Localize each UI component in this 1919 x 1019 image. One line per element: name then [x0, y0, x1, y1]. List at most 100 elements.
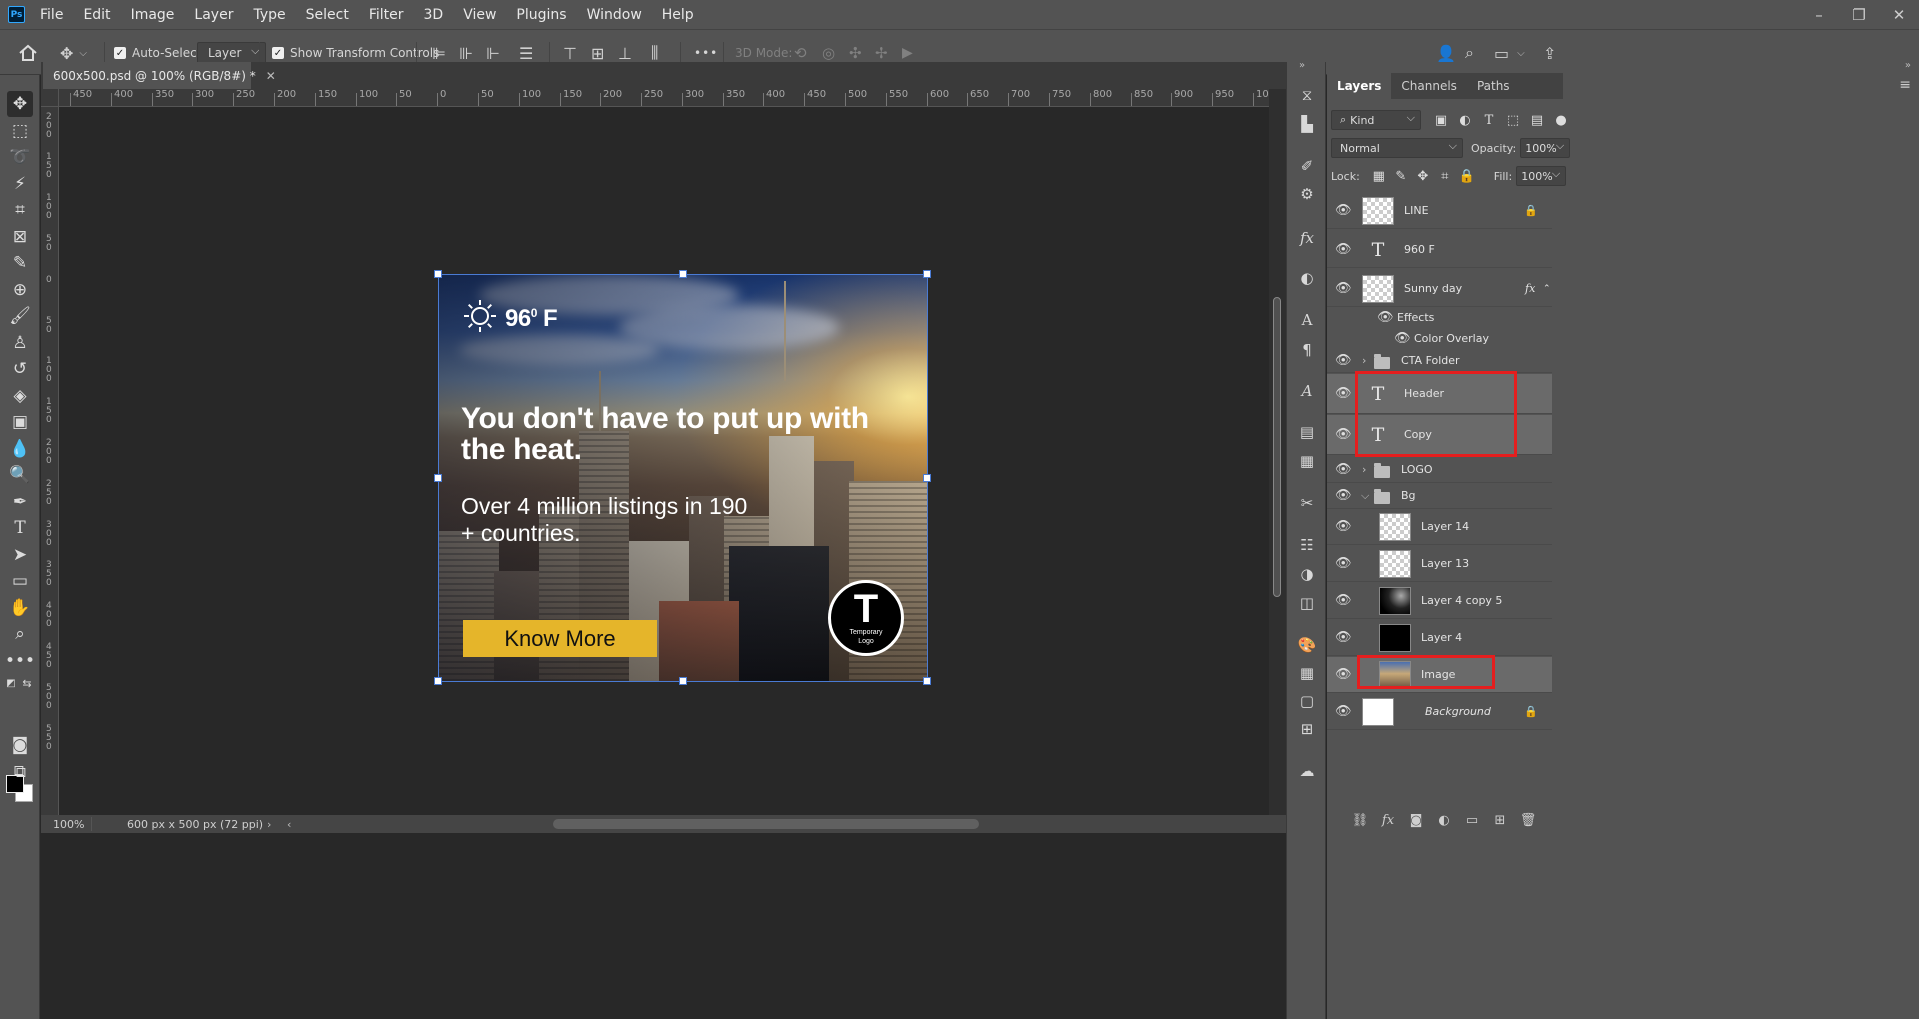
tab-layers[interactable]: Layers: [1327, 73, 1392, 99]
eye-icon[interactable]: 👁: [1335, 386, 1352, 401]
menu-help[interactable]: Help: [662, 7, 694, 23]
effect-row[interactable]: 👁 Color Overlay: [1327, 328, 1552, 349]
eye-icon[interactable]: 👁: [1335, 203, 1352, 218]
ruler-origin[interactable]: [41, 89, 59, 107]
shapes-button[interactable]: ☁: [1295, 760, 1319, 782]
filter-adjustment-icon[interactable]: ◐: [1453, 113, 1477, 128]
chevron-left-icon[interactable]: ‹: [287, 818, 291, 831]
brush-settings-button[interactable]: ✐: [1295, 155, 1319, 177]
eye-icon[interactable]: 👁: [1335, 630, 1352, 645]
menu-plugins[interactable]: Plugins: [516, 7, 566, 23]
layer-row[interactable]: 👁 › LOGO: [1327, 457, 1552, 483]
layer-row[interactable]: 👁 Sunny day fx ⌃: [1327, 271, 1552, 307]
eye-icon[interactable]: 👁: [1335, 488, 1352, 503]
new-group-icon[interactable]: ▭: [1458, 813, 1486, 828]
layer-row[interactable]: 👁 T 960 F: [1327, 232, 1552, 268]
lock-artboard-icon[interactable]: ⌗: [1434, 169, 1456, 184]
masks-button[interactable]: ◫: [1295, 592, 1319, 614]
menu-select[interactable]: Select: [306, 7, 349, 23]
notes-button[interactable]: ▦: [1295, 450, 1319, 472]
blur-tool[interactable]: 💧: [7, 436, 33, 462]
close-tab-icon[interactable]: ✕: [266, 69, 276, 83]
effects-row[interactable]: 👁 Effects: [1327, 307, 1552, 328]
chevron-down-icon[interactable]: ⌵: [1361, 489, 1369, 503]
ad-artwork[interactable]: 960 F You don't have to put up with the …: [439, 275, 927, 681]
collapse-icon[interactable]: »: [1299, 60, 1305, 71]
menu-type[interactable]: Type: [253, 7, 285, 23]
vertical-ruler[interactable]: 2 0 0 1 5 0 1 0 0 5 0 0 5 0 1 0 0 1 5 0 …: [41, 107, 59, 815]
pen-tool[interactable]: ✒: [7, 489, 33, 515]
eye-icon[interactable]: 👁: [1335, 704, 1352, 719]
scrollbar-thumb[interactable]: [1273, 297, 1281, 597]
history-brush-tool[interactable]: ↺: [7, 356, 33, 382]
lock-transparent-icon[interactable]: ▦: [1368, 169, 1390, 184]
adjustment-layer-icon[interactable]: ◐: [1430, 813, 1458, 828]
restore-button[interactable]: ❐: [1839, 6, 1879, 24]
layer-row[interactable]: 👁 Layer 14: [1327, 509, 1552, 545]
zoom-tool[interactable]: ⌕: [7, 621, 33, 647]
layer-row[interactable]: 👁 ⌵ Bg: [1327, 483, 1552, 509]
character-button[interactable]: A: [1295, 309, 1319, 331]
crop-tool[interactable]: ⌗: [7, 197, 33, 223]
add-mask-icon[interactable]: ◙: [1402, 813, 1430, 828]
horizontal-scrollbar-thumb[interactable]: [553, 819, 979, 829]
document-info[interactable]: 600 px x 500 px (72 ppi): [127, 818, 263, 831]
menu-layer[interactable]: Layer: [194, 7, 233, 23]
eye-icon[interactable]: 👁: [1335, 667, 1352, 682]
filter-type-icon[interactable]: T: [1477, 113, 1501, 128]
collapse-icon[interactable]: »: [1905, 60, 1911, 71]
blend-mode-dropdown[interactable]: Normal: [1331, 138, 1463, 158]
history-panel-button[interactable]: ⧖: [1295, 84, 1319, 106]
gradients-button[interactable]: ▢: [1295, 690, 1319, 712]
link-layers-icon[interactable]: ⛓: [1346, 813, 1374, 828]
eye-icon[interactable]: 👁: [1335, 556, 1352, 571]
fx-icon[interactable]: fx: [1374, 813, 1402, 828]
hand-tool[interactable]: ✋: [7, 595, 33, 621]
vertical-scrollbar[interactable]: [1269, 89, 1286, 815]
layer-row[interactable]: 👁 Layer 4: [1327, 620, 1552, 656]
eye-icon[interactable]: 👁: [1335, 281, 1352, 296]
swap-colors-button[interactable]: ⇆: [20, 676, 34, 690]
paragraph-button[interactable]: ¶: [1295, 339, 1319, 361]
tab-paths[interactable]: Paths: [1467, 73, 1520, 99]
zoom-level[interactable]: 100%: [53, 818, 84, 831]
edit-toolbar-button[interactable]: •••: [5, 648, 35, 674]
eyedropper-tool[interactable]: ✎: [7, 250, 33, 276]
auto-select-target-dropdown[interactable]: Layer: [197, 42, 267, 64]
properties-button[interactable]: ▤: [1295, 421, 1319, 443]
menu-edit[interactable]: Edit: [83, 7, 110, 23]
brush-tool[interactable]: 🖌: [7, 303, 33, 329]
layer-row[interactable]: 👁 LINE 🔒: [1327, 193, 1552, 229]
screen-mode-button[interactable]: ⧉: [7, 759, 33, 785]
tab-channels[interactable]: Channels: [1391, 73, 1467, 99]
minimize-button[interactable]: –: [1799, 6, 1839, 24]
filter-smart-object-icon[interactable]: ▤: [1525, 113, 1549, 128]
layer-row[interactable]: 👁 Background 🔒: [1327, 694, 1552, 730]
lock-all-icon[interactable]: 🔒: [1456, 169, 1478, 184]
eraser-tool[interactable]: ◈: [7, 383, 33, 409]
menu-file[interactable]: File: [40, 7, 63, 23]
patterns-button[interactable]: ⊞: [1295, 718, 1319, 740]
menu-filter[interactable]: Filter: [369, 7, 404, 23]
chevron-right-icon[interactable]: ›: [1362, 354, 1366, 367]
type-tool[interactable]: T: [7, 515, 33, 541]
layer-row[interactable]: 👁 › CTA Folder: [1327, 349, 1552, 373]
rectangle-tool[interactable]: ▭: [7, 568, 33, 594]
menu-window[interactable]: Window: [587, 7, 642, 23]
glyphs-button[interactable]: A: [1295, 380, 1319, 402]
styles-button[interactable]: fx: [1295, 227, 1319, 249]
close-window-button[interactable]: ✕: [1879, 6, 1919, 24]
eye-icon[interactable]: 👁: [1335, 593, 1352, 608]
eye-icon[interactable]: 👁: [1335, 353, 1352, 368]
tools-preset-button[interactable]: ✂: [1295, 492, 1319, 514]
lock-position-icon[interactable]: ✥: [1412, 169, 1434, 184]
healing-tool[interactable]: ⊕: [7, 277, 33, 303]
frame-tool[interactable]: ⊠: [7, 224, 33, 250]
know-more-button[interactable]: Know More: [463, 620, 657, 657]
move-tool[interactable]: ✥: [7, 91, 33, 117]
menu-image[interactable]: Image: [131, 7, 175, 23]
fill-input[interactable]: 100%: [1516, 166, 1567, 186]
dodge-tool[interactable]: 🔍: [7, 462, 33, 488]
layer-row[interactable]: 👁 T Header: [1327, 374, 1552, 414]
fx-icon[interactable]: fx: [1525, 282, 1535, 295]
